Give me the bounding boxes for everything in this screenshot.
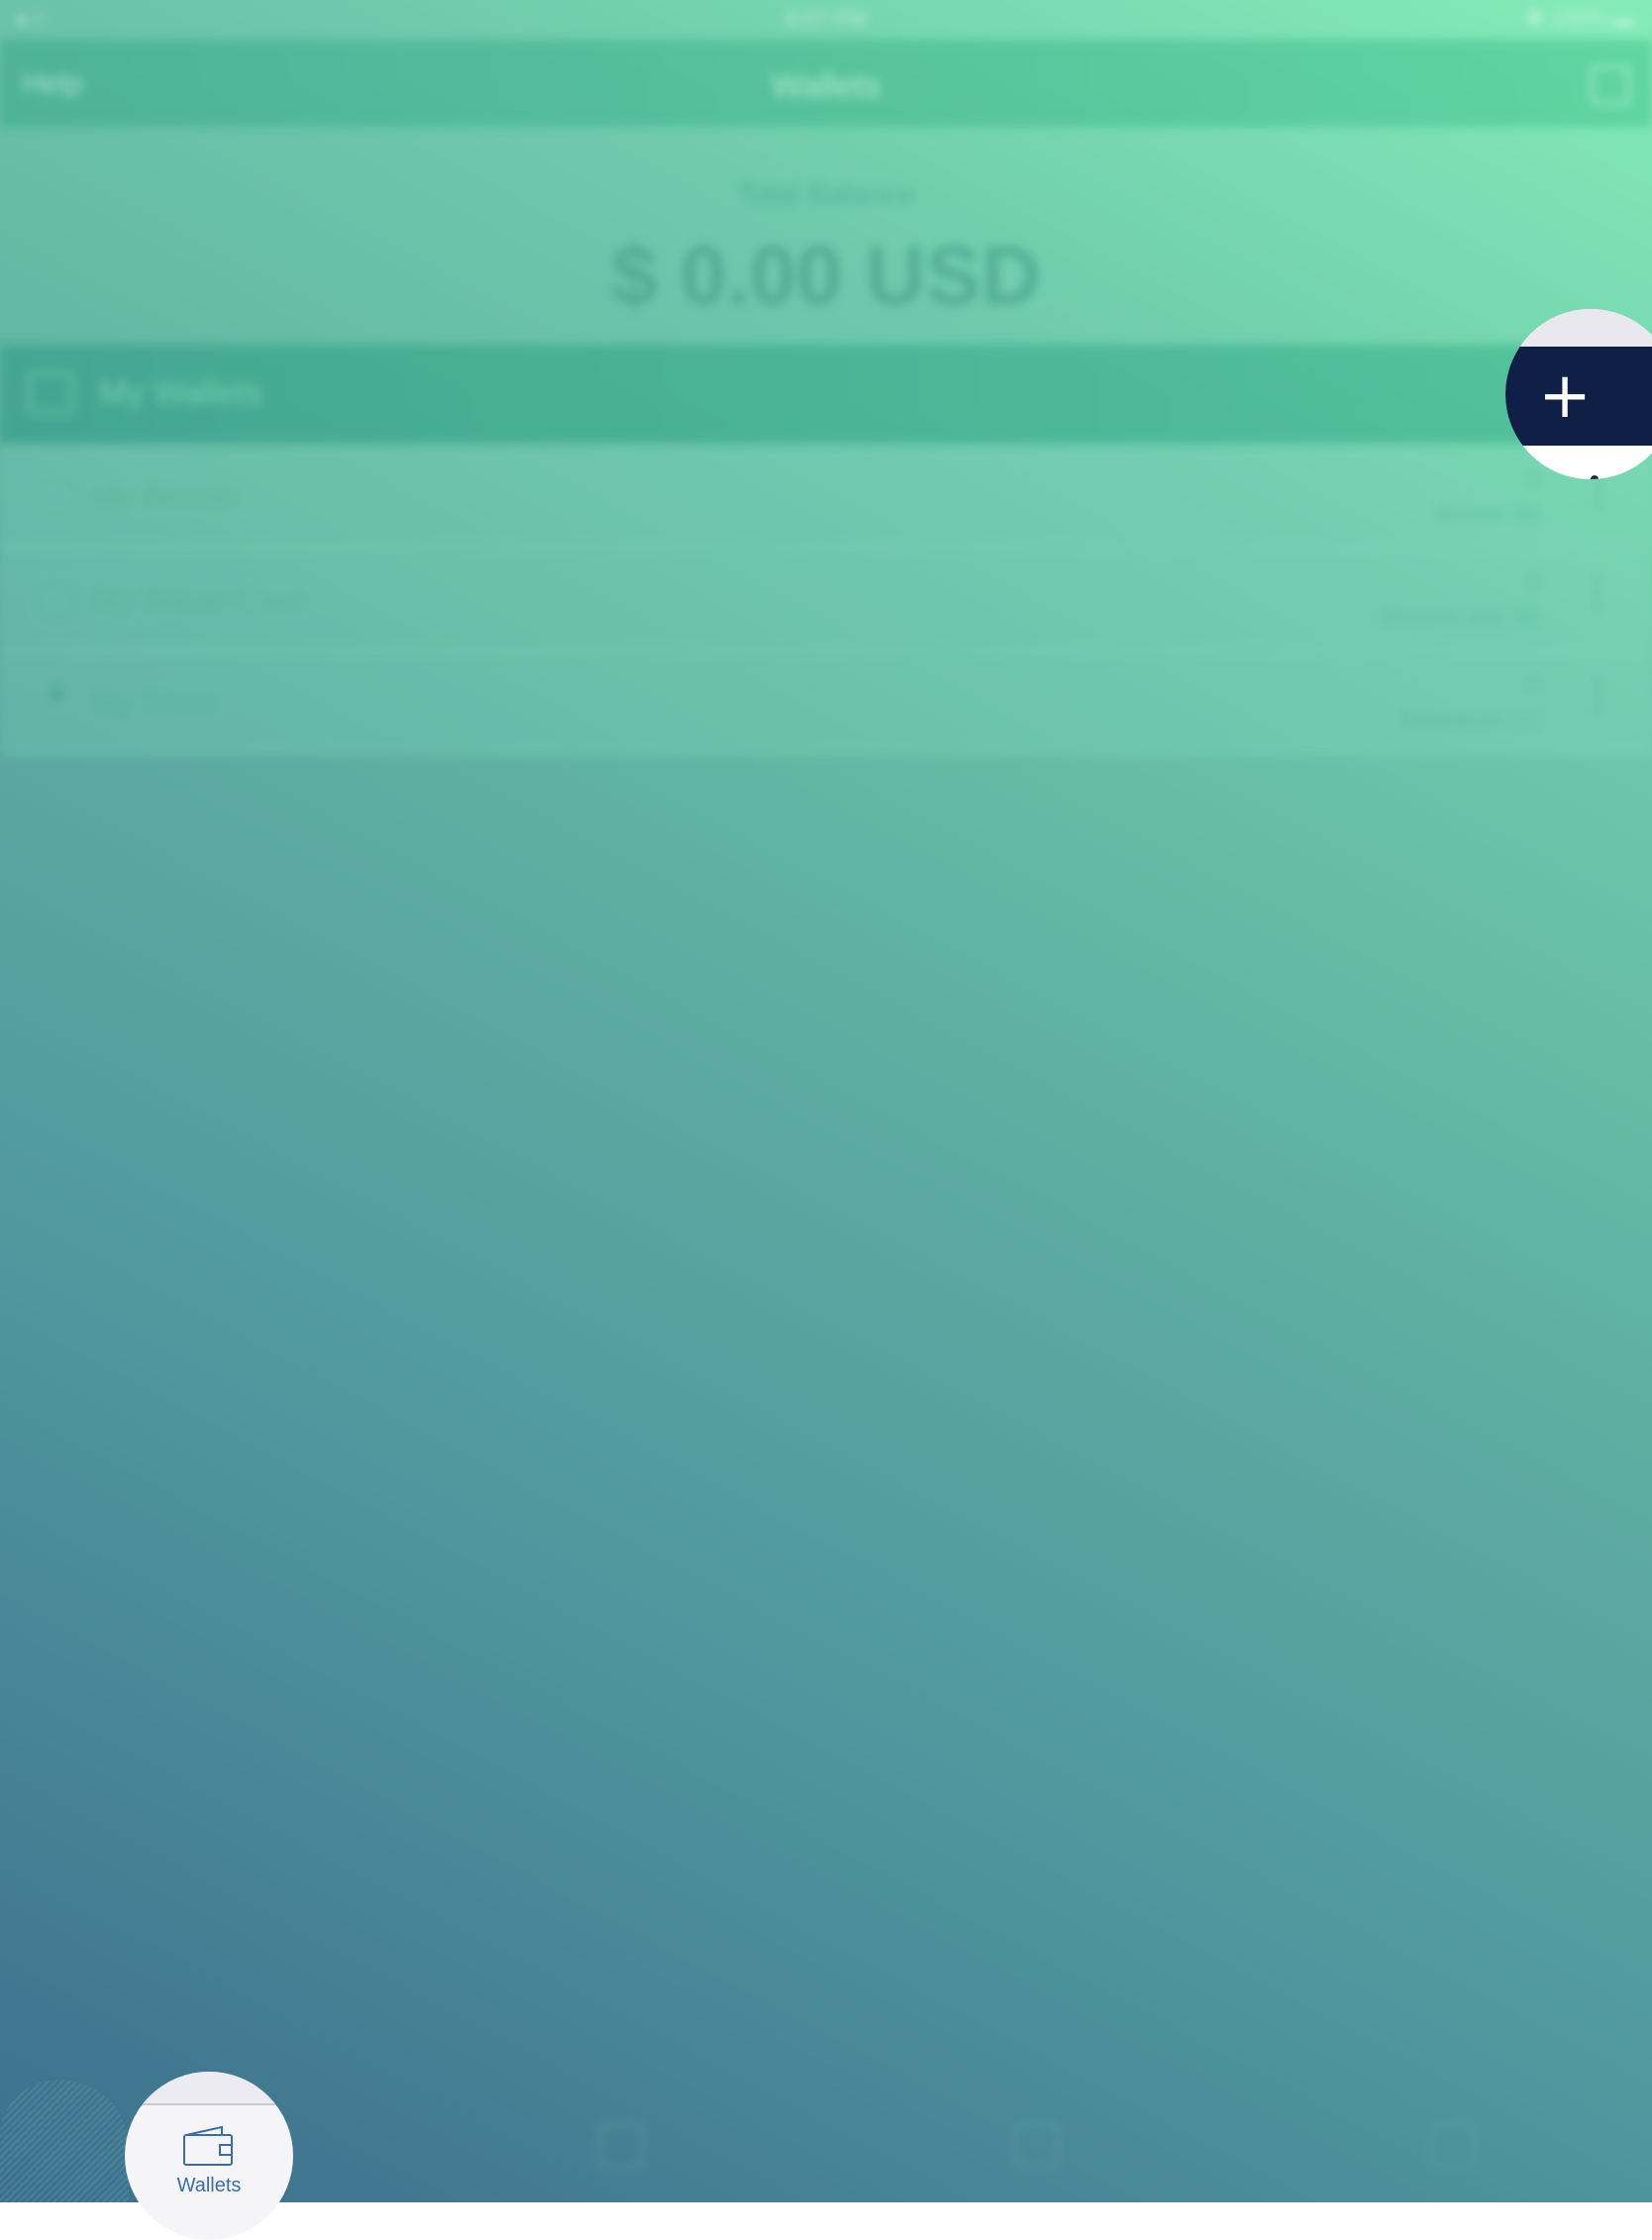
bitcoincash-icon [36,580,77,622]
tab-wallets-spotlight[interactable]: Wallets [125,2072,293,2240]
status-time: 8:07 PM [785,6,867,31]
wallet-icon [183,2125,233,2166]
tab-wallets-label[interactable]: Wallets [125,2175,293,2197]
dimmed-app-content: ◂ ⌾ 8:07 PM ✱ 100% ▬ Help Wallets Total … [0,0,1652,2202]
bitcoin-icon [36,477,77,519]
my-wallets-label: My Wallets [99,374,262,412]
wallet-currency: Bitcoin (b) [1433,501,1541,528]
wallet-balance: 0 [1526,669,1541,699]
my-wallets-header: My Wallets [0,345,1652,444]
wallet-balance: 0 [1526,463,1541,493]
wallet-icon [28,372,73,414]
navigation-bar: Help Wallets [0,40,1652,127]
battery-percent: 100% [1550,6,1606,31]
ether-icon [46,681,67,701]
total-balance-label: Total Balance [736,178,916,211]
wallet-balance: 0 [1526,566,1541,596]
menu-icon[interactable] [1591,65,1630,105]
more-options-icon[interactable] [1595,572,1600,616]
wallet-currency: BitcoinCash (b) [1378,604,1541,631]
wallet-row-bitcoin[interactable]: My Bitcoin 0 Bitcoin (b) [0,446,1652,549]
plus-icon[interactable]: + [1505,347,1624,446]
battery-icon: ▬ [1612,6,1634,31]
tab-icon[interactable] [598,2123,644,2169]
status-bar: ◂ ⌾ 8:07 PM ✱ 100% ▬ [0,0,1652,40]
wallet-name: My BitcoinCash [91,582,312,618]
wallet-name: My Ether [91,685,219,721]
wallet-name: My Bitcoin [91,479,238,515]
wallet-currency: Ethereum (Ξ) [1399,707,1541,734]
more-options-icon[interactable] [1595,675,1600,719]
total-balance: Total Balance $ 0.00 USD [0,129,1652,343]
tab-icon[interactable] [1014,2123,1060,2169]
wallet-row-bitcoincash[interactable]: My BitcoinCash 0 BitcoinCash (b) [0,549,1652,652]
tab-icon[interactable] [1430,2123,1476,2169]
wallet-row-ether[interactable]: My Ether 0 Ethereum (Ξ) [0,652,1652,755]
page-title: Wallets [771,67,881,105]
total-balance-amount: $ 0.00 USD [610,229,1042,322]
more-options-icon [1591,475,1599,479]
bluetooth-icon: ✱ [1526,6,1551,31]
divider [125,2103,293,2105]
